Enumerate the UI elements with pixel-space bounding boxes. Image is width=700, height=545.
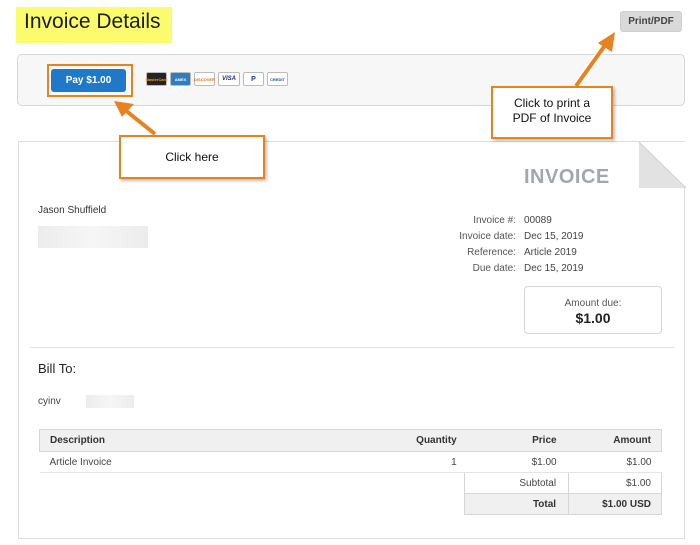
meta-value: 00089 [524,215,552,226]
meta-label: Reference: [467,247,516,258]
meta-value: Dec 15, 2019 [524,263,584,274]
table-row: Article Invoice 1 $1.00 $1.00 [39,451,662,473]
meta-row-invoice-number: Invoice #: 00089 [430,213,584,229]
column-header-quantity: Quantity [398,429,465,452]
column-header-amount: Amount [568,429,662,452]
callout-print-line1: Click to print a [513,96,591,110]
item-description: Article Invoice [39,451,399,473]
invoice-heading: INVOICE [524,166,610,188]
amount-due-value: $1.00 [575,310,611,326]
item-amount: $1.00 [568,451,662,473]
meta-row-invoice-date: Invoice date: Dec 15, 2019 [430,229,584,245]
bill-to-email: cyinv [38,396,61,407]
meta-label: Invoice date: [459,231,516,242]
table-header-row: Description Quantity Price Amount [38,429,662,452]
meta-row-due-date: Due date: Dec 15, 2019 [430,261,584,277]
callout-print-line2: PDF of Invoice [512,111,592,125]
callout-click-here: Click here [119,135,265,179]
total-row: Total $1.00 USD [40,493,662,515]
amex-icon: AMEX [170,72,191,86]
column-header-price: Price [464,429,569,452]
subtotal-value: $1.00 [568,472,662,494]
invoice-items-table: Description Quantity Price Amount Articl… [38,429,662,515]
subtotal-row: Subtotal $1.00 [40,472,662,494]
customer-name: Jason Shuffield [38,205,107,216]
paypal-icon: P [243,72,264,86]
amount-due-box: Amount due: $1.00 [524,286,662,334]
invoice-meta: Invoice #: 00089 Invoice date: Dec 15, 2… [430,213,584,277]
total-value: $1.00 USD [568,493,662,515]
print-pdf-button[interactable]: Print/PDF [620,11,682,32]
page-title: Invoice Details [16,7,172,43]
spacer [40,473,465,494]
meta-value: Article 2019 [524,247,577,258]
bill-to-heading: Bill To: [38,361,77,376]
meta-row-reference: Reference: Article 2019 [430,245,584,261]
amount-due-label: Amount due: [564,298,622,309]
visa-icon: VISA [218,72,240,86]
total-label: Total [464,493,569,515]
redacted-address [38,226,148,248]
spacer [40,494,465,515]
item-price: $1.00 [464,451,569,473]
pay-button[interactable]: Pay $1.00 [51,69,126,92]
redacted-email [86,395,134,408]
subtotal-label: Subtotal [464,472,569,494]
mastercard-icon: MasterCard [146,72,168,86]
meta-label: Due date: [472,263,516,274]
column-header-description: Description [38,429,399,452]
section-divider [30,347,675,348]
meta-label: Invoice #: [473,215,516,226]
callout-print-pdf: Click to print a PDF of Invoice [491,86,613,139]
payment-card-icons: MasterCard AMEX DISCOVER VISA P CREDIT [146,72,288,86]
item-quantity: 1 [398,451,465,473]
meta-value: Dec 15, 2019 [524,231,584,242]
discover-icon: DISCOVER [194,72,215,86]
paypal-credit-icon: CREDIT [267,72,288,86]
